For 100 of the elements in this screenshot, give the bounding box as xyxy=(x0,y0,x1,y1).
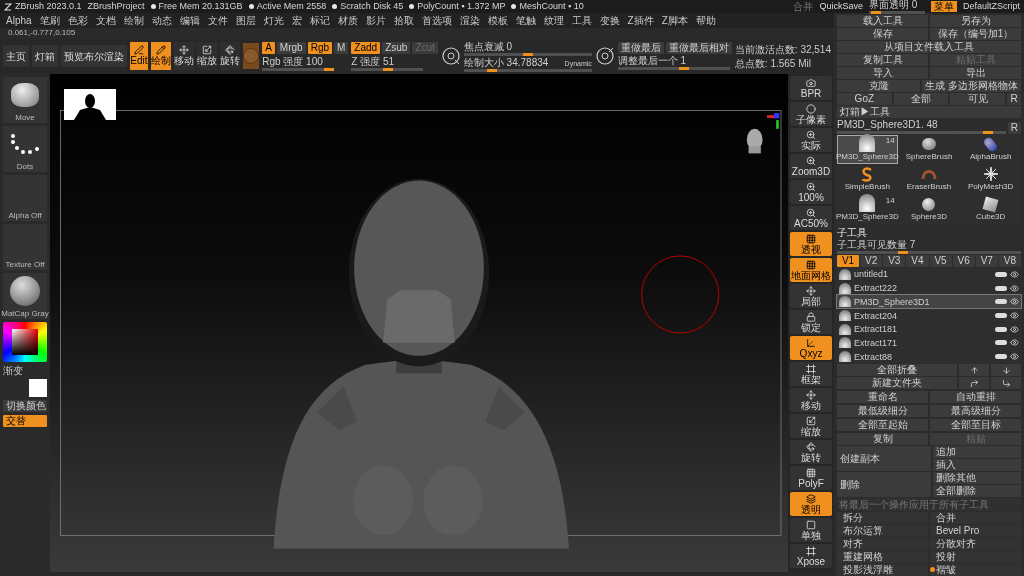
shelf-button[interactable]: PolyF xyxy=(790,466,832,490)
menu-item[interactable]: 首选项 xyxy=(421,14,452,27)
section-header[interactable]: 布尔运算 xyxy=(837,525,928,538)
channel-toggle[interactable]: Mrgb xyxy=(276,41,306,54)
menu-item[interactable]: 工具 xyxy=(571,14,592,27)
version-tab[interactable]: V7 xyxy=(975,255,998,267)
folder-action-button[interactable] xyxy=(959,377,989,390)
color-square[interactable] xyxy=(12,329,38,355)
shelf-button[interactable]: Qxyz xyxy=(790,336,832,360)
menu-item[interactable]: Z插件 xyxy=(627,14,654,27)
slider-thumb[interactable] xyxy=(983,131,994,134)
menu-item[interactable]: 动态 xyxy=(151,14,172,27)
section-header[interactable]: 对齐 xyxy=(837,538,928,551)
toggle-switch-icon[interactable] xyxy=(995,326,1007,332)
subtool-button[interactable]: 删除其他 xyxy=(933,472,1021,485)
menu-item[interactable]: 笔触 xyxy=(515,14,536,27)
mode-button[interactable]: Edit xyxy=(130,42,148,70)
folder-action-button[interactable] xyxy=(991,377,1021,390)
head-gizmo-drawing[interactable] xyxy=(746,113,780,154)
shelf-button[interactable]: 缩放 xyxy=(790,414,832,438)
slider-thumb[interactable] xyxy=(679,67,690,70)
menu-item[interactable]: 影片 xyxy=(365,14,386,27)
nav-button[interactable]: 灯箱 xyxy=(32,45,58,67)
version-tab[interactable]: V8 xyxy=(998,255,1021,267)
menu-item[interactable]: 色彩 xyxy=(67,14,88,27)
shelf-button[interactable]: 100% xyxy=(790,180,832,204)
subtool-row[interactable]: Extract181 xyxy=(837,322,1021,336)
slider-track[interactable] xyxy=(617,67,730,70)
tool-button[interactable]: R xyxy=(1007,93,1021,105)
version-tab[interactable]: V1 xyxy=(837,255,860,267)
slider-thumb[interactable] xyxy=(522,52,533,56)
tool-button[interactable]: 可见 xyxy=(950,93,1005,105)
toggle-switch-icon[interactable] xyxy=(995,299,1007,305)
color-picker[interactable] xyxy=(3,322,47,362)
quicksave-button[interactable]: QuickSave xyxy=(819,0,863,14)
channel-toggle[interactable]: Rgb xyxy=(307,41,332,54)
section-header[interactable]: 分散对齐 xyxy=(930,538,1021,551)
eye-icon[interactable] xyxy=(1010,324,1019,334)
subtool-button[interactable]: 全部至目标 xyxy=(930,419,1021,432)
eye-icon[interactable] xyxy=(1010,352,1019,362)
shelf-button[interactable]: Xpose xyxy=(790,544,832,568)
version-tab[interactable]: V4 xyxy=(906,255,929,267)
alternate-button[interactable]: 交替 xyxy=(3,415,47,427)
menu-item[interactable]: 绘制 xyxy=(123,14,144,27)
menu-item[interactable]: 纹理 xyxy=(543,14,564,27)
shelf-button[interactable]: 实际 xyxy=(790,128,832,152)
z-mode-toggle[interactable]: Zadd xyxy=(351,41,381,54)
shelf-button[interactable]: 地面网格 xyxy=(790,258,832,282)
material-swatch[interactable] xyxy=(242,43,260,69)
brush-target-icon[interactable] xyxy=(440,46,461,66)
redo-button[interactable]: 重做最后相对 xyxy=(665,42,732,54)
slider-thumb[interactable] xyxy=(871,11,882,14)
subtool-row[interactable]: PM3D_Sphere3D1 xyxy=(837,295,1021,309)
menu-item[interactable]: 拾取 xyxy=(393,14,414,27)
section-header[interactable]: 投影浅浮雕 xyxy=(837,564,928,576)
palette-tile[interactable]: Texture Off xyxy=(3,224,47,270)
shelf-button[interactable]: 局部 xyxy=(790,284,832,308)
shelf-button[interactable]: 透视 xyxy=(790,232,832,256)
toggle-switch-icon[interactable] xyxy=(995,271,1007,277)
section-header[interactable]: Bevel Pro xyxy=(930,525,1021,538)
tool-button[interactable]: 保存 xyxy=(837,28,928,40)
tool-button[interactable]: 生成 多边形网格物体 xyxy=(922,80,1021,92)
tool-button[interactable]: 保存（编号加1） xyxy=(930,28,1021,40)
subtool-row[interactable]: Extract171 xyxy=(837,336,1021,350)
redo-button[interactable]: 重做最后 xyxy=(617,42,664,54)
section-header[interactable]: 重建网格 xyxy=(837,551,928,564)
palette-tile[interactable]: MatCap Gray xyxy=(3,273,47,319)
section-header[interactable]: 褶皱 xyxy=(930,564,1021,576)
eye-icon[interactable] xyxy=(1010,311,1019,320)
subtool-button[interactable]: 自动重排 xyxy=(930,391,1021,404)
menu-item[interactable]: 灯光 xyxy=(263,14,284,27)
tool-button[interactable]: 克隆 xyxy=(837,80,921,92)
slider-thumb[interactable] xyxy=(382,67,393,71)
channel-toggle[interactable]: A xyxy=(262,41,275,54)
menu-item[interactable]: Alpha xyxy=(6,14,32,27)
new-folder-button[interactable]: 新建文件夹 xyxy=(837,377,957,390)
menu-item[interactable]: 材质 xyxy=(337,14,358,27)
lightbox-tool-button[interactable]: 灯箱▶工具 xyxy=(837,106,1021,118)
tool-thumbnail[interactable]: PM3D_Sphere3D 14 xyxy=(837,195,898,224)
menu-item[interactable]: 图层 xyxy=(235,14,256,27)
menu-item[interactable]: 宏 xyxy=(291,14,302,27)
section-header[interactable]: 合并 xyxy=(930,512,1021,525)
slider-thumb[interactable] xyxy=(897,251,908,254)
tool-button[interactable]: GoZ xyxy=(837,93,892,105)
menu-item[interactable]: Z脚本 xyxy=(661,14,688,27)
menu-item[interactable]: 编辑 xyxy=(179,14,200,27)
shelf-button[interactable]: 旋转 xyxy=(790,440,832,464)
eye-icon[interactable] xyxy=(1010,297,1019,307)
eye-icon[interactable] xyxy=(1010,269,1019,279)
slider-track[interactable] xyxy=(463,52,592,56)
subtool-button[interactable]: 追加 xyxy=(933,446,1021,459)
subtool-button[interactable]: 复制 xyxy=(837,433,928,446)
tool-button[interactable]: 另存为 xyxy=(930,15,1021,27)
menu-item[interactable]: 帮助 xyxy=(695,14,716,27)
shelf-button[interactable]: Zoom3D xyxy=(790,154,832,178)
nav-button[interactable]: 主页 xyxy=(3,45,29,67)
tool-button[interactable]: 载入工具 xyxy=(837,15,928,27)
palette-tile[interactable]: Alpha Off xyxy=(3,175,47,221)
slider-track[interactable] xyxy=(837,131,1006,134)
shelf-button[interactable]: 框架 xyxy=(790,362,832,386)
